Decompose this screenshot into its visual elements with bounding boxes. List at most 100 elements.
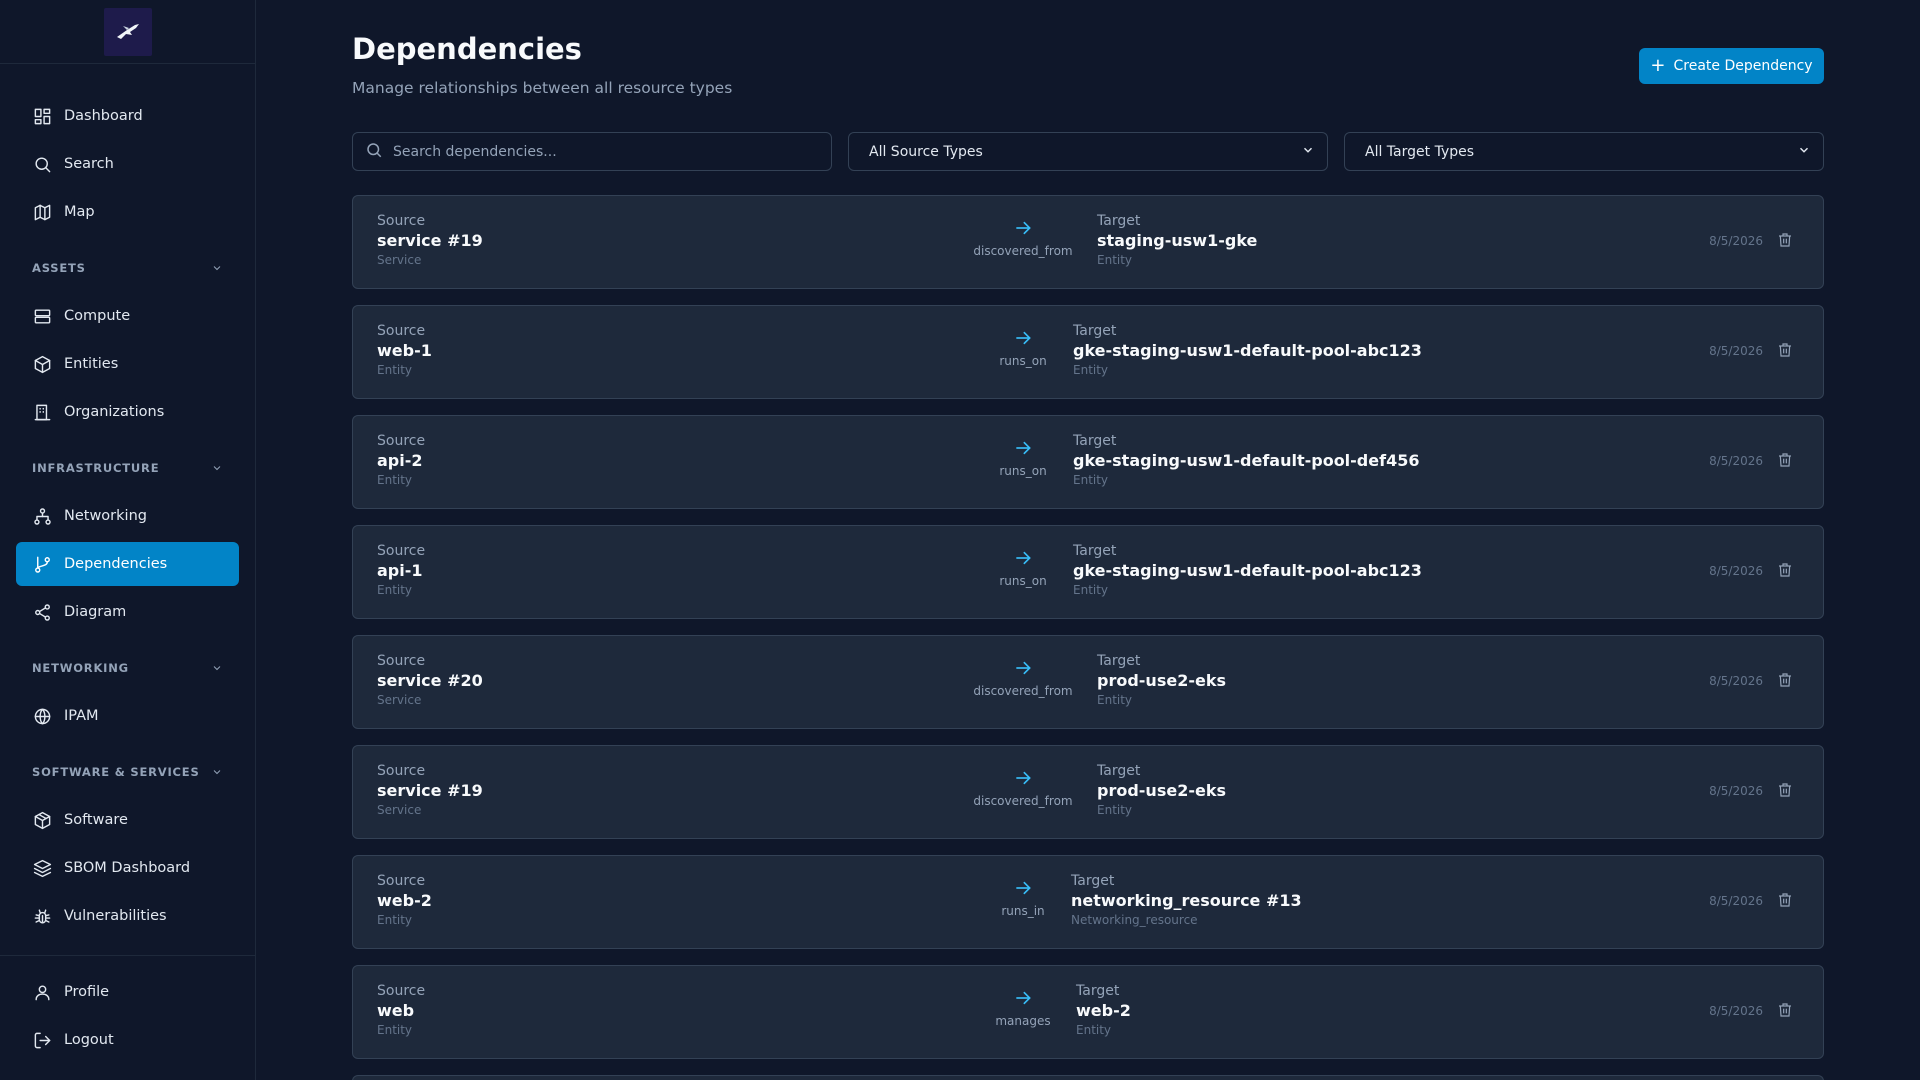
created-date: 8/5/2026 [1709,234,1763,248]
target-type: Entity [1097,253,1133,267]
dependency-row[interactable]: Source service #19 Service discovered_fr… [352,745,1824,839]
dependency-row[interactable]: Source web-1 Entity runs_on Target gke-s… [352,305,1824,399]
section-header-software-services[interactable]: SOFTWARE & SERVICES [16,760,239,784]
cube-icon [32,354,52,374]
chevron-down-icon [211,766,223,778]
package-icon [32,810,52,830]
target-type: Networking_resource [1071,913,1198,927]
section-header-networking[interactable]: NETWORKING [16,656,239,680]
sidebar-item-label: Organizations [64,404,165,420]
target-name: networking_resource #13 [1071,891,1302,910]
created-date: 8/5/2026 [1709,784,1763,798]
chevron-down-icon [211,662,223,674]
chevron-down-icon [1301,143,1315,161]
section-header-assets[interactable]: ASSETS [16,256,239,280]
sidebar-item-compute[interactable]: Compute [16,294,239,338]
search-input[interactable] [393,143,813,160]
create-dependency-button[interactable]: + Create Dependency [1639,48,1824,84]
source-type-select[interactable]: All Source Types [848,132,1328,171]
trash-icon[interactable] [1777,562,1795,580]
relation-block: discovered_from [973,218,1073,258]
trash-icon[interactable] [1777,672,1795,690]
source-type: Service [377,253,422,267]
dependency-row[interactable]: Source api-2 Entity runs_on Target gke-s… [352,415,1824,509]
source-type: Entity [377,1023,413,1037]
sidebar-item-dependencies[interactable]: Dependencies [16,542,239,586]
target-block: Target web-2 Entity [1076,982,1131,1038]
target-name: gke-staging-usw1-default-pool-abc123 [1073,561,1422,580]
trash-icon[interactable] [1777,892,1795,910]
target-type: Entity [1073,583,1109,597]
sidebar-item-sbom-dashboard[interactable]: SBOM Dashboard [16,846,239,890]
source-type: Entity [377,473,413,487]
source-label: Source [377,653,426,669]
relation-block: discovered_from [973,768,1073,808]
dependency-row[interactable]: Source service #19 Service discovered_fr… [352,195,1824,289]
trash-icon[interactable] [1777,452,1795,470]
source-name: service #19 [377,231,483,250]
sidebar-item-diagram[interactable]: Diagram [16,590,239,634]
network-icon [32,506,52,526]
source-block: Source api-1 Entity [377,542,425,598]
sidebar-item-software[interactable]: Software [16,798,239,842]
chevron-down-icon [1797,143,1811,161]
dependency-list: Source service #19 Service discovered_fr… [352,195,1824,1080]
dependency-row[interactable]: Source service #20 Service discovered_fr… [352,635,1824,729]
app-logo[interactable] [103,7,152,56]
filter-bar: All Source Types All Target Types [352,132,1824,171]
dependency-row-partial[interactable] [352,1075,1824,1080]
relation-type: manages [995,1014,1051,1028]
sidebar-item-organizations[interactable]: Organizations [16,390,239,434]
created-date: 8/5/2026 [1709,564,1763,578]
trash-icon[interactable] [1777,232,1795,250]
relation-type: discovered_from [973,684,1073,698]
bug-icon [32,906,52,926]
sidebar-item-label: Compute [64,308,131,324]
target-type: Entity [1097,693,1133,707]
sidebar-item-profile[interactable]: Profile [16,970,239,1014]
sidebar-item-vulnerabilities[interactable]: Vulnerabilities [16,894,239,938]
trash-icon[interactable] [1777,342,1795,360]
section-header-infrastructure[interactable]: INFRASTRUCTURE [16,456,239,480]
target-label: Target [1097,763,1141,779]
relation-block: manages [973,988,1073,1028]
sidebar-item-dashboard[interactable]: Dashboard [16,94,239,138]
target-type-select[interactable]: All Target Types [1344,132,1824,171]
target-label: Target [1073,323,1117,339]
created-date: 8/5/2026 [1709,894,1763,908]
target-name: prod-use2-eks [1097,781,1226,800]
dependency-row[interactable]: Source web-2 Entity runs_in Target netwo… [352,855,1824,949]
chevron-down-icon [211,462,223,474]
target-label: Target [1073,433,1117,449]
target-label: Target [1071,873,1115,889]
target-block: Target gke-staging-usw1-default-pool-def… [1073,432,1419,488]
dependency-row[interactable]: Source api-1 Entity runs_on Target gke-s… [352,525,1824,619]
trash-icon[interactable] [1777,1002,1795,1020]
sidebar-item-map[interactable]: Map [16,190,239,234]
source-name: web [377,1001,415,1020]
arrow-right-icon [973,328,1073,352]
created-date: 8/5/2026 [1709,674,1763,688]
target-name: prod-use2-eks [1097,671,1226,690]
sidebar-item-entities[interactable]: Entities [16,342,239,386]
trash-icon[interactable] [1777,782,1795,800]
target-label: Target [1097,213,1141,229]
section-title: SOFTWARE & SERVICES [32,765,200,779]
sidebar-item-label: Map [64,204,95,220]
dependency-row[interactable]: Source web Entity manages Target web-2 E… [352,965,1824,1059]
sidebar-item-logout[interactable]: Logout [16,1018,239,1062]
source-block: Source web Entity [377,982,425,1038]
source-name: api-2 [377,451,423,470]
sidebar-item-ipam[interactable]: IPAM [16,694,239,738]
sidebar-item-search[interactable]: Search [16,142,239,186]
relation-type: runs_on [999,574,1047,588]
sidebar-item-networking[interactable]: Networking [16,494,239,538]
source-type-value: All Source Types [869,143,983,160]
page-title: Dependencies [352,32,582,66]
sidebar-nav: Dashboard Search Map ASSETS Compute Enti… [0,94,255,938]
sidebar-item-label: SBOM Dashboard [64,860,191,876]
git-branch-icon [32,554,52,574]
arrow-right-icon [973,768,1073,792]
source-block: Source web-1 Entity [377,322,432,378]
search-box[interactable] [352,132,832,171]
